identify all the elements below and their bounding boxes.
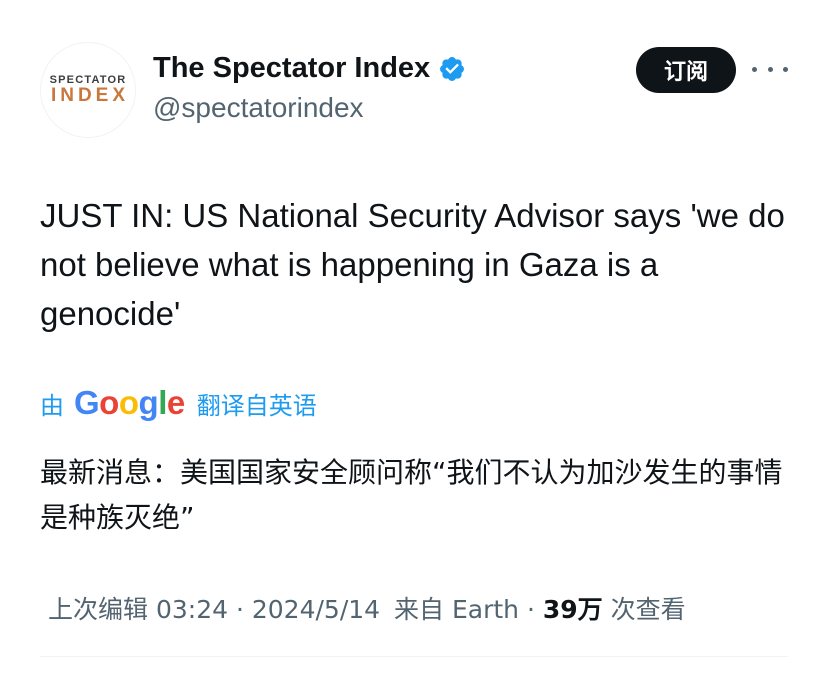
author-handle[interactable]: @spectatorindex <box>153 92 364 124</box>
source-prefix: 来自 <box>394 595 445 624</box>
meta-separator-2: · <box>526 595 535 624</box>
translation-attribution[interactable]: 由 Google 翻译自英语 <box>40 384 317 422</box>
edited-label: 上次编辑 <box>48 595 149 624</box>
views-label: 次查看 <box>610 595 686 624</box>
tweet-source[interactable]: Earth <box>452 595 519 624</box>
views-count: 39万 <box>542 595 603 624</box>
translation-suffix: 翻译自英语 <box>196 391 317 420</box>
subscribe-button[interactable]: 订阅 <box>636 47 736 93</box>
avatar-logo-line2: INDEX <box>50 85 130 106</box>
meta-separator: · <box>235 595 244 624</box>
more-horizontal-icon[interactable] <box>752 57 788 81</box>
translated-text: 最新消息：美国国家安全顾问称“我们不认为加沙发生的事情是种族灭绝” <box>40 456 783 534</box>
google-logo: Google <box>74 384 185 421</box>
tweet-meta: 上次编辑 03:24 · 2024/5/14 来自 Earth · 39万 次查… <box>48 590 686 626</box>
author-name-row[interactable]: The Spectator Index <box>153 52 466 85</box>
divider <box>40 656 788 657</box>
verified-badge-icon <box>440 56 465 81</box>
tweet-date[interactable]: 2024/5/14 <box>252 595 380 624</box>
tweet-time[interactable]: 03:24 <box>156 595 228 624</box>
author-display-name[interactable]: The Spectator Index <box>153 52 430 85</box>
translation-prefix: 由 <box>40 391 64 420</box>
tweet-text: JUST IN: US National Security Advisor sa… <box>40 197 785 332</box>
avatar[interactable]: SPECTATOR INDEX <box>40 42 136 138</box>
